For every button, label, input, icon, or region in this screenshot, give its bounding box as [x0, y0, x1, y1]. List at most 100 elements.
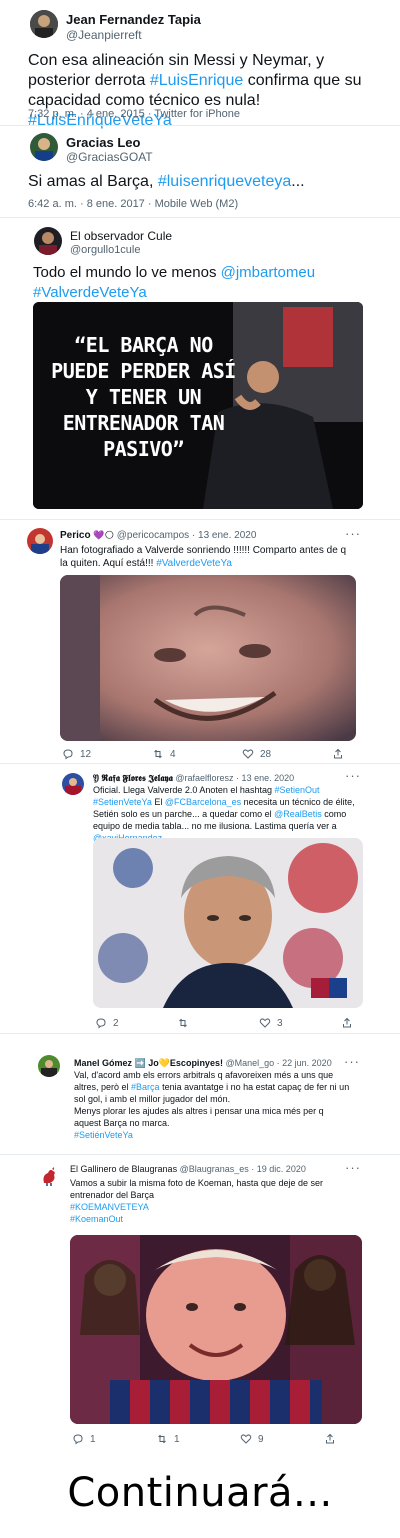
- tweet-7: El Gallinero de Blaugranas @Blaugranas_e…: [0, 1160, 400, 1455]
- reply-icon: [96, 1018, 106, 1029]
- hashtag-link[interactable]: #SetienOut: [274, 785, 319, 795]
- heart-icon: [240, 1434, 252, 1444]
- retweet-button[interactable]: 4: [152, 748, 242, 760]
- tweet-image[interactable]: [70, 1235, 362, 1424]
- smiling-face-photo-icon: [60, 575, 356, 741]
- more-options-icon[interactable]: ···: [345, 768, 361, 783]
- tweet-date[interactable]: · 13 ene. 2020: [236, 773, 294, 783]
- retweet-count: 1: [174, 1433, 180, 1445]
- tweet-image[interactable]: [93, 838, 363, 1008]
- divider: [0, 1033, 400, 1034]
- tweet-header: 𝔜 𝕽𝖆𝖋𝖆 𝕱𝖑𝖔𝖗𝖊𝖘 𝕵𝖊𝖑𝖆𝖞𝖆 @rafaelfloresz · 13…: [93, 773, 294, 784]
- avatar[interactable]: [27, 528, 53, 554]
- tweet-image[interactable]: “EL BARÇA NO PUEDE PERDER ASÍ Y TENER UN…: [33, 302, 363, 509]
- tweet-meta: 7:32 p. m. · 4 ene. 2015 · Twitter for i…: [28, 108, 240, 120]
- tweet-4: Perico 💜🌕 @pericocampos · 13 ene. 2020 ·…: [0, 523, 400, 763]
- more-options-icon[interactable]: ···: [345, 1160, 361, 1175]
- like-button[interactable]: 3: [259, 1017, 341, 1029]
- author-name[interactable]: El Gallinero de Blaugranas: [70, 1164, 177, 1174]
- hashtag-link[interactable]: #Barça: [131, 1082, 160, 1092]
- divider: [0, 125, 400, 126]
- divider: [0, 217, 400, 218]
- tweet-actions: 1 1 9: [72, 1433, 354, 1445]
- avatar[interactable]: [38, 1055, 60, 1077]
- mention-link[interactable]: @FCBarcelona_es: [165, 797, 241, 807]
- reply-count: 12: [80, 748, 92, 760]
- hashtag-link[interactable]: #SetienVeteYa: [93, 797, 152, 807]
- author-handle[interactable]: @Blaugranas_es: [180, 1164, 249, 1174]
- reply-button[interactable]: 12: [62, 748, 152, 760]
- avatar[interactable]: [30, 10, 58, 38]
- more-options-icon[interactable]: ···: [345, 526, 361, 541]
- author-name[interactable]: 𝔜 𝕽𝖆𝖋𝖆 𝕱𝖑𝖔𝖗𝖊𝖘 𝕵𝖊𝖑𝖆𝖞𝖆: [93, 773, 173, 783]
- tweet-text: Han fotografiado a Valverde sonriendo !!…: [60, 545, 347, 569]
- coach-portrait-icon: [93, 838, 363, 1008]
- avatar-photo-icon: [27, 528, 53, 554]
- author-name[interactable]: El observador Cule: [70, 229, 172, 243]
- divider: [0, 519, 400, 520]
- reply-icon: [63, 749, 73, 760]
- author-handle[interactable]: @Jeanpierreft: [66, 28, 142, 42]
- avatar-photo-icon: [30, 10, 58, 38]
- hashtag-link[interactable]: #LuisEnrique: [150, 72, 243, 89]
- avatar-photo-icon: [38, 1055, 60, 1077]
- share-button[interactable]: [332, 748, 362, 760]
- author-handle[interactable]: @rafaelfloresz: [175, 773, 233, 783]
- author-handle[interactable]: @GraciasGOAT: [66, 150, 153, 164]
- reply-count: 2: [113, 1017, 119, 1029]
- hashtag-link[interactable]: #KoemanOut: [70, 1214, 123, 1224]
- divider: [0, 1154, 400, 1155]
- mention-link[interactable]: @RealBetis: [274, 809, 322, 819]
- reply-button[interactable]: 2: [95, 1017, 177, 1029]
- like-button[interactable]: 28: [242, 748, 332, 760]
- like-button[interactable]: 9: [240, 1433, 324, 1445]
- heart-icon: [242, 749, 254, 759]
- tweet-date[interactable]: · 19 dic. 2020: [251, 1164, 306, 1174]
- tweet-image[interactable]: [60, 575, 356, 741]
- author-name[interactable]: Gracias Leo: [66, 135, 140, 150]
- like-count: 28: [260, 748, 272, 760]
- hashtag-link[interactable]: #SetiénVeteYa: [74, 1130, 133, 1140]
- retweet-button[interactable]: 1: [156, 1433, 240, 1445]
- avatar[interactable]: [62, 773, 84, 795]
- avatar-photo-icon: [62, 773, 84, 795]
- reply-icon: [73, 1434, 83, 1445]
- more-options-icon[interactable]: ···: [344, 1054, 360, 1069]
- share-button[interactable]: [324, 1433, 354, 1445]
- tweet-2: Gracias Leo @GraciasGOAT Si amas al Barç…: [0, 128, 400, 210]
- hashtag-link[interactable]: #ValverdeVeteYa: [33, 284, 147, 301]
- avatar[interactable]: [38, 1165, 60, 1187]
- hashtag-link[interactable]: #luisenriqueveteya: [158, 173, 291, 190]
- tweet-text: Todo el mundo lo ve menos @jmbartomeu #V…: [33, 264, 316, 301]
- avatar[interactable]: [34, 227, 62, 255]
- hashtag-link[interactable]: #KOEMANVETEYA: [70, 1202, 149, 1212]
- avatar[interactable]: [30, 133, 58, 161]
- tweet-actions: 2 3: [95, 1017, 371, 1029]
- avatar-photo-icon: [30, 133, 58, 161]
- retweet-icon: [179, 1018, 187, 1028]
- tweet-actions: 12 4 28: [62, 748, 362, 760]
- tweet-date[interactable]: · 13 ene. 2020: [192, 530, 257, 541]
- share-button[interactable]: [341, 1017, 371, 1029]
- author-handle[interactable]: @pericocampos: [117, 530, 189, 541]
- koeman-party-photo-icon: [70, 1235, 362, 1424]
- reply-button[interactable]: 1: [72, 1433, 156, 1445]
- tweet-text: Val, d'acord amb els errors arbitrals q …: [74, 1070, 350, 1140]
- author-handle[interactable]: @orgullo1cule: [70, 244, 141, 256]
- mention-link[interactable]: @jmbartomeu: [221, 264, 315, 281]
- author-handle[interactable]: @Manel_go: [225, 1058, 274, 1068]
- hashtag-link[interactable]: #ValverdeVeteYa: [156, 558, 232, 569]
- tweet-header: Perico 💜🌕 @pericocampos · 13 ene. 2020: [60, 530, 256, 541]
- retweet-button[interactable]: [177, 1017, 259, 1029]
- avatar-photo-icon: [34, 227, 62, 255]
- tweet-date[interactable]: · 22 jun. 2020: [277, 1058, 332, 1068]
- name-emoji: 💜🌕: [93, 530, 114, 540]
- tweet-6: Manel Gómez ➡️ Jo💛Escopinyes! @Manel_go …: [0, 1053, 400, 1153]
- retweet-icon: [154, 749, 162, 759]
- heart-icon: [259, 1018, 271, 1028]
- author-name[interactable]: Manel Gómez ➡️ Jo💛Escopinyes!: [74, 1058, 223, 1068]
- author-name[interactable]: Jean Fernandez Tapia: [66, 12, 201, 27]
- author-name[interactable]: Perico: [60, 530, 91, 541]
- share-icon: [343, 1017, 351, 1028]
- divider: [0, 763, 400, 764]
